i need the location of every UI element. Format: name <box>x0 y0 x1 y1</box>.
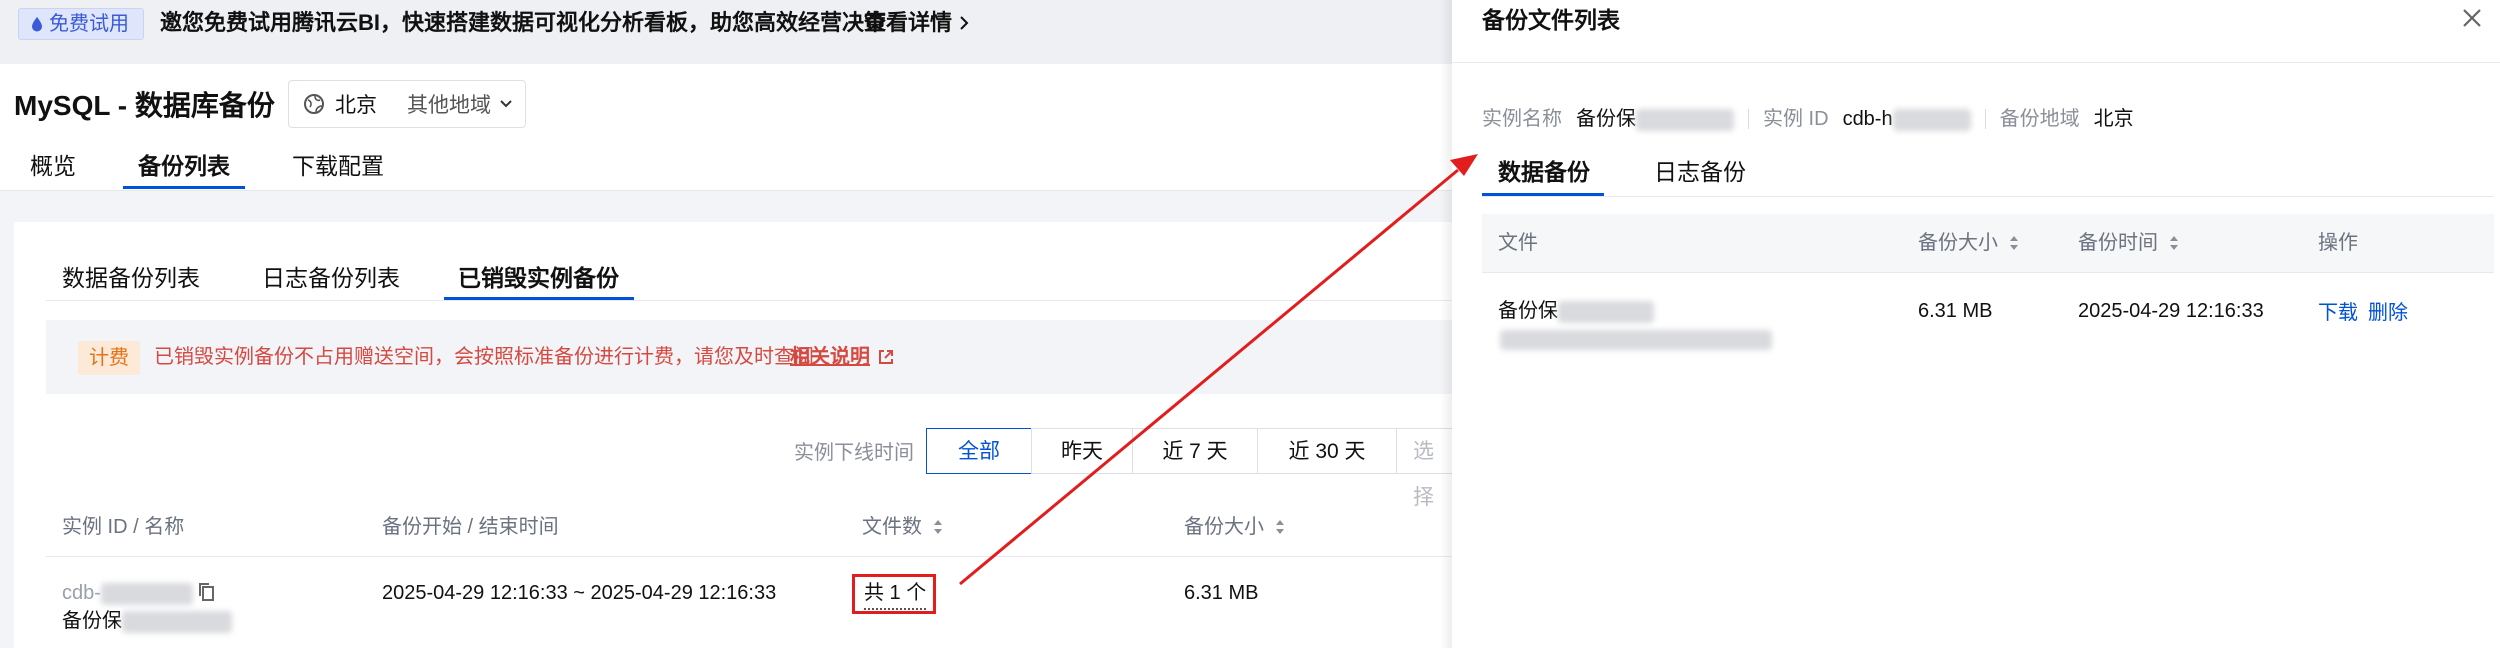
annotation-arrow <box>959 154 1478 586</box>
